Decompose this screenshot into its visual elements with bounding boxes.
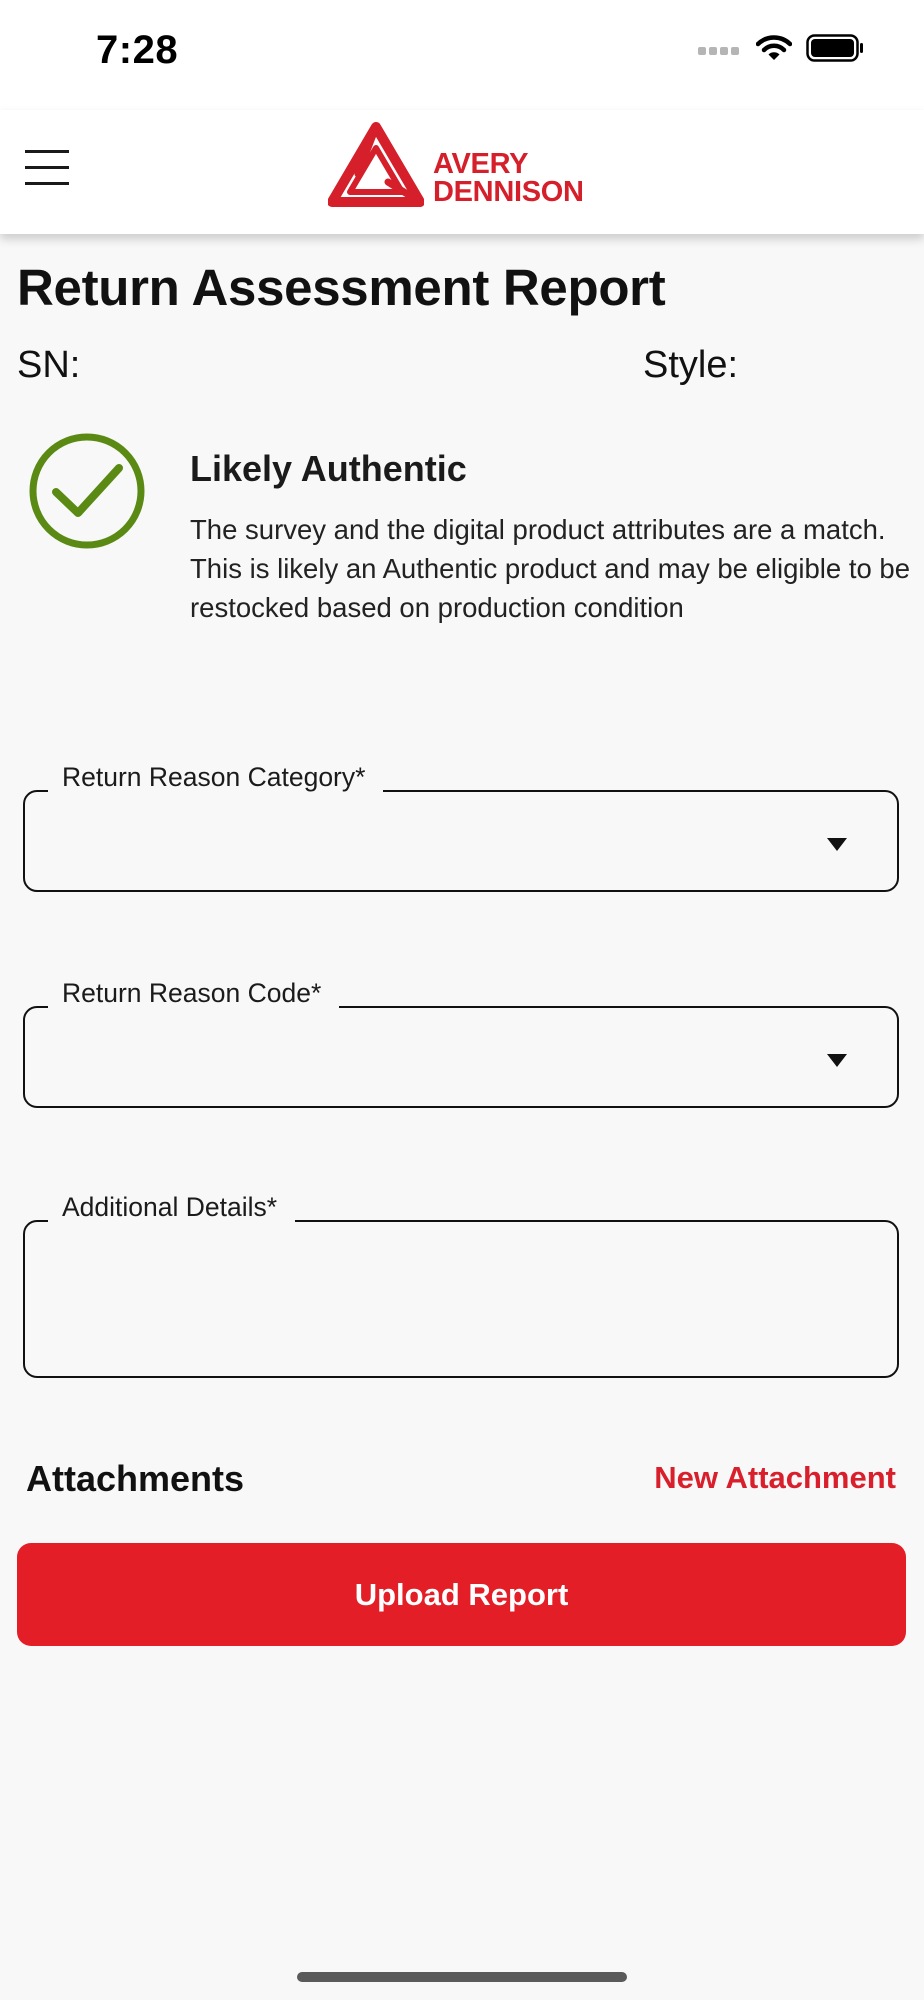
- app-header: AVERY DENNISON: [0, 110, 924, 234]
- return-reason-code-label: Return Reason Code*: [48, 978, 340, 1009]
- logo-mark-icon: [328, 122, 424, 207]
- result-description: The survey and the digital product attri…: [190, 514, 910, 623]
- status-icons: [698, 34, 864, 67]
- return-reason-category-label: Return Reason Category*: [48, 762, 384, 793]
- style-label: Style:: [643, 344, 739, 386]
- battery-icon: [806, 34, 864, 67]
- new-attachment-link[interactable]: New Attachment: [654, 1460, 896, 1496]
- status-time: 7:28: [96, 28, 179, 72]
- check-circle-icon: [29, 433, 145, 549]
- home-indicator: [297, 1972, 627, 1982]
- logo-line-2: DENNISON: [433, 176, 584, 208]
- page-title: Return Assessment Report: [17, 259, 666, 316]
- logo-wordmark: AVERY DENNISON: [433, 148, 584, 208]
- sn-label: SN:: [17, 344, 81, 386]
- logo-line-1: AVERY: [433, 148, 529, 180]
- return-reason-code-select[interactable]: Return Reason Code*: [23, 978, 899, 1108]
- status-bar: 7:28: [0, 0, 924, 110]
- wifi-icon: [755, 34, 793, 67]
- return-reason-category-select[interactable]: Return Reason Category*: [23, 762, 899, 892]
- chevron-down-icon: [827, 838, 847, 851]
- upload-report-button[interactable]: Upload Report: [17, 1543, 906, 1646]
- attachments-title: Attachments: [26, 1458, 245, 1499]
- cellular-signal-icon: [698, 42, 742, 60]
- chevron-down-icon: [827, 1054, 847, 1067]
- additional-details-label: Additional Details*: [48, 1192, 296, 1223]
- hamburger-menu-icon[interactable]: [22, 146, 72, 192]
- additional-details-field[interactable]: Additional Details*: [23, 1192, 899, 1378]
- result-title: Likely Authentic: [190, 448, 467, 489]
- brand-logo: AVERY DENNISON: [328, 122, 584, 212]
